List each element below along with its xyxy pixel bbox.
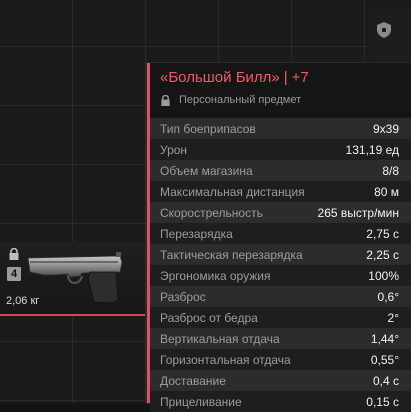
stat-value: 80 м — [374, 184, 399, 199]
title-separator: | — [283, 69, 288, 86]
stat-value: 1,44° — [370, 331, 399, 346]
upgrade-level-badge: 4 — [7, 267, 21, 281]
stat-value: 131,19 ед — [345, 142, 399, 157]
stat-label: Скорострельность — [160, 205, 263, 220]
personal-item-label: Персональный предмет — [179, 94, 302, 106]
stat-value: 0,4 с — [372, 373, 399, 388]
stat-row: Прицеливание 0,15 с — [150, 391, 411, 412]
stat-label: Доставание — [160, 373, 226, 388]
stat-row: Разброс 0,6° — [150, 286, 411, 307]
item-subtitle: Персональный предмет — [160, 94, 301, 106]
stat-value: 2,25 с — [366, 247, 399, 262]
stat-value: 2,75 с — [366, 226, 399, 241]
stat-row: Вертикальная отдача 1,44° — [150, 328, 411, 349]
item-name: «Большой Билл» — [160, 69, 280, 86]
item-upgrade: +7 — [291, 69, 309, 86]
lock-icon — [9, 248, 19, 260]
stat-label: Перезарядка — [160, 226, 233, 241]
stat-row: Эргономика оружия 100% — [150, 265, 411, 286]
stat-row: Перезарядка 2,75 с — [150, 223, 411, 244]
stat-label: Вертикальная отдача — [160, 331, 280, 346]
stat-value: 9x39 — [372, 121, 399, 136]
stat-label: Тип боеприпасов — [160, 121, 256, 136]
stat-row: Максимальная дистанция 80 м — [150, 181, 411, 202]
stat-value: 0,15 с — [366, 394, 399, 409]
stat-label: Прицеливание — [160, 394, 242, 409]
stat-value: 0,55° — [370, 352, 399, 367]
stat-label: Эргономика оружия — [160, 268, 271, 283]
stat-row: Тип боеприпасов 9x39 — [150, 118, 411, 139]
stats-list: Тип боеприпасов 9x39 Урон 131,19 ед Объем … — [150, 118, 411, 412]
stat-value: 8/8 — [382, 163, 399, 178]
stat-row: Разброс от бедра 2° — [150, 307, 411, 328]
item-tooltip: «Большой Билл» | +7 Персональный предмет Т… — [147, 63, 411, 412]
stat-row: Тактическая перезарядка 2,25 с — [150, 244, 411, 265]
stat-row: Горизонтальная отдача 0,55° — [150, 349, 411, 370]
stat-label: Максимальная дистанция — [160, 184, 305, 199]
stat-label: Разброс от бедра — [160, 310, 258, 325]
stat-row: Объем магазина 8/8 — [150, 160, 411, 181]
item-title: «Большой Билл» | +7 — [160, 69, 309, 86]
pistol-image — [27, 252, 123, 304]
stat-value: 2° — [387, 310, 399, 325]
stat-value: 265 выстр/мин — [317, 205, 399, 220]
stat-row: Скорострельность 265 выстр/мин — [150, 202, 411, 223]
stat-label: Горизонтальная отдача — [160, 352, 291, 367]
stat-value: 100% — [368, 268, 399, 283]
stat-row: Доставание 0,4 с — [150, 370, 411, 391]
stat-label: Объем магазина — [160, 163, 253, 178]
stat-row: Урон 131,19 ед — [150, 139, 411, 160]
stat-value: 0,6° — [377, 289, 399, 304]
stat-label: Тактическая перезарядка — [160, 247, 303, 262]
item-weight: 2,06 кг — [6, 295, 40, 307]
inventory-slot-pistol[interactable]: 4 2,06 кг — [0, 242, 145, 316]
lock-icon — [161, 94, 170, 106]
shield-icon — [377, 22, 391, 38]
stat-label: Разброс — [160, 289, 206, 304]
stat-label: Урон — [160, 142, 188, 157]
